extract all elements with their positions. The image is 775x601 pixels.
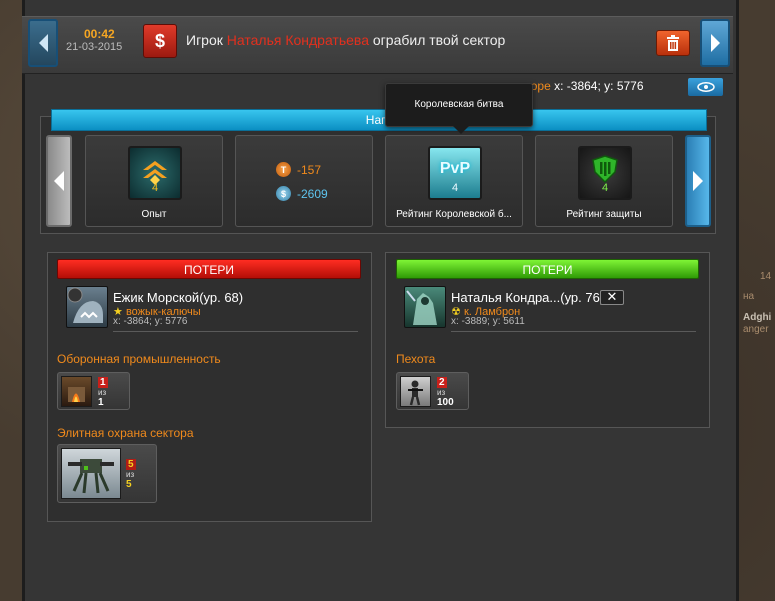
reward-count: 4 (451, 182, 459, 194)
shield-icon: 4 (578, 146, 632, 200)
reward-card-defense-rating[interactable]: 4 Рейтинг защиты (535, 135, 673, 227)
rewards-title: Нагр (51, 109, 707, 131)
unit-total-count: 1 (98, 397, 104, 408)
rewards-next-button[interactable] (685, 135, 711, 227)
unit-of-label: из (98, 388, 107, 397)
tooltip: Королевская битва (385, 83, 533, 134)
reward-count: 4 (151, 182, 159, 194)
pvp-icon: PvP 4 (428, 146, 482, 200)
reward-card-resources[interactable]: T -157 $ -2609 (235, 135, 373, 227)
message-date: 21-03-2015 (66, 41, 123, 53)
attacker-name-link[interactable]: Наталья Кондратьева (227, 32, 369, 48)
titanium-icon: T (276, 162, 291, 177)
unit-card-elite-guard[interactable]: 5 из 5 (57, 444, 157, 503)
reward-caption: Рейтинг Королевской б... (396, 209, 512, 220)
section-title-elite-guard: Элитная охрана сектора (57, 426, 194, 440)
defender-name[interactable]: Ежик Морской(ур. 68) (113, 290, 243, 305)
arrow-left-icon (38, 34, 48, 52)
unit-of-label: из (126, 470, 135, 479)
credits-icon: $ (276, 186, 291, 201)
resource-credits: $ -2609 (276, 186, 328, 201)
divider (113, 331, 358, 332)
factory-icon (61, 376, 92, 407)
message-prefix: Игрок (186, 32, 223, 48)
titanium-value: -157 (297, 162, 322, 177)
view-sector-button[interactable] (688, 78, 723, 96)
reward-caption: Опыт (141, 209, 167, 220)
unit-total-count: 5 (126, 479, 132, 490)
unit-lost-count: 5 (126, 459, 136, 470)
delete-button[interactable] (656, 30, 690, 56)
section-title-infantry: Пехота (396, 352, 436, 366)
arrow-right-icon (693, 171, 703, 191)
side-text: на (743, 291, 755, 302)
message-text: Игрок Наталья Кондратьева ограбил твой с… (186, 32, 505, 48)
resource-titanium: T -157 (276, 162, 321, 177)
attacker-name[interactable]: Наталья Кондра...(ур. 76) (451, 290, 604, 305)
divider (451, 331, 696, 332)
unit-card-defense-industry[interactable]: 1 из 1 (57, 372, 130, 410)
unit-lost-count: 2 (437, 377, 447, 388)
close-icon[interactable]: ✕ (600, 290, 624, 305)
next-message-button[interactable] (700, 19, 730, 67)
side-text: Adghi (743, 312, 772, 323)
reward-card-experience[interactable]: 4 Опыт (85, 135, 223, 227)
arrow-left-icon (54, 171, 64, 191)
prev-message-button[interactable] (28, 19, 58, 67)
reward-caption: Рейтинг защиты (566, 209, 642, 220)
message-time: 00:42 (84, 27, 115, 41)
unit-of-label: из (437, 388, 446, 397)
trash-icon (667, 35, 679, 51)
reward-card-pvp-rating[interactable]: PvP 4 Рейтинг Королевской б... (385, 135, 523, 227)
attacker-coords: x: -3889; y: 5611 (451, 316, 525, 327)
defender-avatar[interactable] (66, 286, 108, 328)
unit-lost-count: 1 (98, 377, 108, 388)
section-title-defense-industry: Оборонная промышленность (57, 352, 221, 366)
defender-coords: x: -3864; y: 5776 (113, 316, 188, 327)
eye-icon (696, 82, 715, 92)
defender-losses-header: ПОТЕРИ (57, 259, 361, 279)
message-suffix: ограбил твой сектор (372, 32, 506, 48)
side-text: 14 (760, 271, 772, 282)
reward-count: 4 (601, 182, 609, 194)
attacker-avatar[interactable] (404, 286, 446, 328)
rank-chevron-icon: 4 (128, 146, 182, 200)
side-text: anger (743, 324, 769, 335)
arrow-right-icon (710, 34, 720, 52)
unit-total-count: 100 (437, 397, 454, 408)
unit-card-infantry[interactable]: 2 из 100 (396, 372, 469, 410)
soldier-icon (400, 376, 431, 407)
robbery-icon: $ (143, 24, 177, 58)
credits-value: -2609 (297, 186, 328, 201)
rewards-prev-button[interactable] (46, 135, 72, 227)
mech-walker-icon (61, 448, 121, 499)
sector-coords: кторе x: -3864; y: 5776 (520, 79, 644, 93)
pvp-badge-text: PvP (439, 160, 471, 177)
sector-coords-value: x: -3864; y: 5776 (554, 79, 644, 93)
attacker-losses-header: ПОТЕРИ (396, 259, 699, 279)
